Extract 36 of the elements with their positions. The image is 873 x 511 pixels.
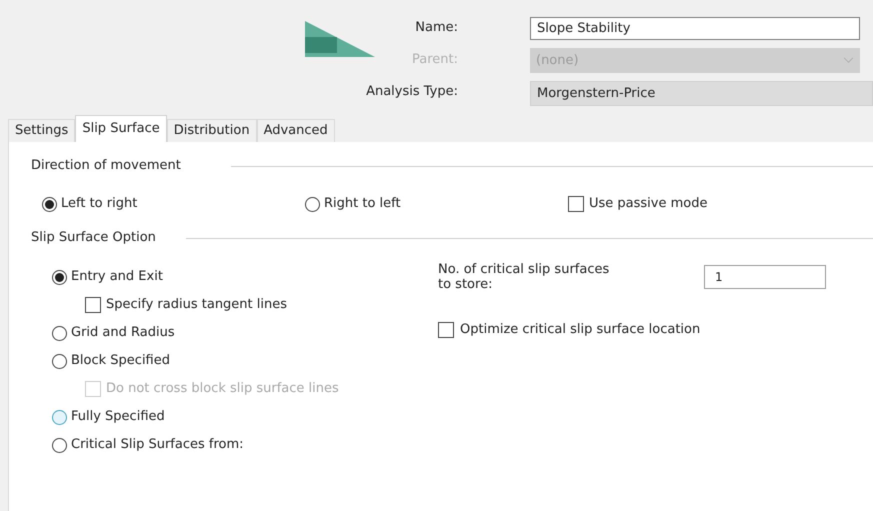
radio-label: Grid and Radius — [71, 324, 175, 342]
radio-button[interactable] — [52, 410, 67, 424]
checkbox-label: Optimize critical slip surface location — [460, 321, 700, 339]
triangle-logo-icon — [305, 21, 375, 57]
store-count-field[interactable]: 1 — [704, 265, 826, 289]
radio-button[interactable] — [52, 438, 67, 452]
radio-label: Entry and Exit — [71, 268, 163, 286]
radio-button[interactable] — [52, 354, 67, 368]
checkbox-label: Use passive mode — [589, 195, 708, 214]
checkbox-label: Do not cross block slip surface lines — [106, 380, 339, 398]
checkbox[interactable] — [568, 196, 584, 212]
store-count-label: No. of critical slip surfaces to store: — [438, 262, 610, 292]
tab[interactable]: Distribution — [166, 119, 257, 142]
radio-button[interactable] — [52, 326, 67, 340]
chevron-down-icon — [843, 57, 854, 64]
analysis-type-field: Morgenstern-Price — [530, 81, 873, 106]
radio-button[interactable] — [42, 196, 57, 212]
tab[interactable]: Advanced — [256, 119, 335, 142]
radio-label: Block Specified — [71, 352, 170, 370]
section-title: Direction of movement — [31, 157, 181, 176]
radio-label: Critical Slip Surfaces from: — [71, 436, 244, 454]
field-label: Name: — [415, 19, 458, 37]
checkbox[interactable] — [85, 297, 101, 313]
field-label: Parent: — [412, 51, 458, 69]
checkbox-label: Specify radius tangent lines — [106, 296, 288, 314]
field-label: Analysis Type: — [366, 83, 458, 101]
radio-label: Right to left — [324, 195, 401, 214]
checkbox[interactable] — [438, 322, 454, 338]
section-title: Slip Surface Option — [31, 229, 156, 248]
radio-label: Fully Specified — [71, 408, 165, 426]
name-field[interactable]: Slope Stability — [530, 17, 860, 40]
radio-label: Left to right — [61, 195, 138, 214]
tab[interactable]: Settings — [8, 119, 76, 142]
radio-button[interactable] — [305, 196, 320, 212]
tab[interactable]: Slip Surface — [75, 115, 167, 142]
radio-button[interactable] — [52, 270, 67, 284]
